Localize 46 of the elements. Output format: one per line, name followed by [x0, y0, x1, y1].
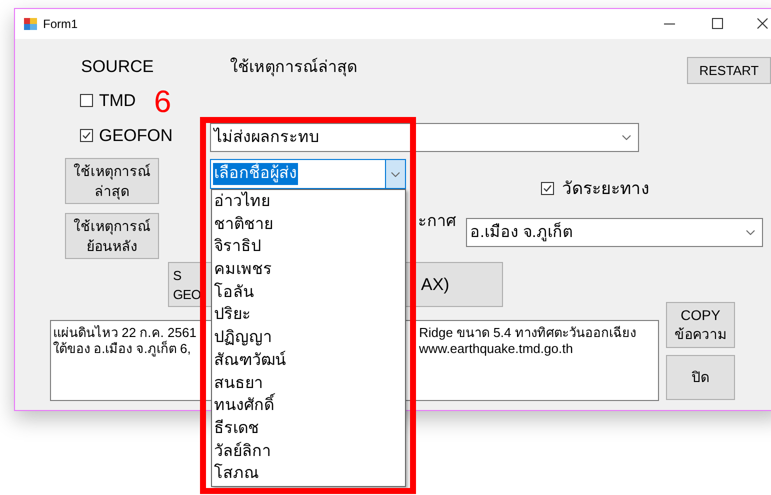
message-text: ใต้ของ อ.เมือง จ.ภูเก็ต 6,	[53, 341, 191, 357]
annotation-number: 6	[154, 86, 172, 117]
dropdown-option[interactable]: โสภณ	[212, 463, 405, 486]
checkbox-label: วัดระยะทาง	[562, 178, 649, 200]
dropdown-option[interactable]: ชาติชาย	[212, 214, 405, 236]
chevron-down-icon	[622, 135, 631, 140]
copy-button[interactable]: COPY ข้อความ	[666, 302, 735, 348]
distance-checkbox[interactable]: วัดระยะทาง	[541, 178, 649, 200]
dropdown-option[interactable]: จิราธิป	[212, 236, 405, 260]
dropdown-value: เลือกชื่อผู้ส่ง	[213, 163, 298, 185]
message-text: www.earthquake.tmd.go.th	[419, 341, 573, 357]
source-label: SOURCE	[81, 58, 154, 75]
sender-dropdown[interactable]: เลือกชื่อผู้ส่ง	[210, 159, 406, 189]
checkbox[interactable]: TMD	[80, 92, 136, 109]
location-dropdown[interactable]: อ.เมือง จ.ภูเก็ต	[466, 218, 763, 247]
message-text: Ridge ขนาด 5.4 ทางทิศตะวันออกเฉียง	[419, 325, 636, 341]
dropdown-value: อ.เมือง จ.ภูเก็ต	[470, 221, 572, 244]
close-icon[interactable]	[757, 18, 768, 29]
checkbox-icon[interactable]	[80, 129, 93, 142]
dropdown-option[interactable]: ทนงศักดิ์	[212, 395, 405, 418]
latest-event-label: ใช้เหตุการณ์ล่าสุด	[230, 58, 357, 78]
checkbox[interactable]: GEOFON	[80, 127, 173, 144]
location-label: ะกาศ	[418, 212, 456, 232]
message-text: แผ่นดินไหว 22 ก.ค. 2561	[53, 325, 196, 340]
close-button[interactable]: ปิด	[666, 355, 735, 400]
checkbox-icon[interactable]	[541, 182, 554, 196]
dropdown-option[interactable]: ปฏิญญา	[212, 327, 405, 350]
chevron-down-icon	[746, 230, 755, 235]
restart-button[interactable]: RESTART	[687, 57, 771, 84]
maximize-icon[interactable]	[712, 18, 723, 29]
checkbox-icon[interactable]	[80, 94, 93, 107]
checkbox-label: TMD	[99, 92, 136, 109]
dropdown-option[interactable]: ธีรเดช	[212, 418, 405, 441]
chevron-down-icon	[391, 172, 400, 176]
dropdown-option[interactable]: อ่าวไทย	[212, 191, 405, 214]
impact-dropdown[interactable]: ไม่ส่งผลกระทบ	[210, 123, 639, 152]
event-button[interactable]: ใช้เหตุการณ์ ล่าสุด	[65, 158, 159, 204]
dropdown-option[interactable]: ปริยะ	[212, 304, 405, 328]
window-title: Form1	[43, 16, 78, 33]
event-button[interactable]: ใช้เหตุการณ์ ย้อนหลัง	[65, 213, 159, 259]
minimize-icon[interactable]	[664, 23, 675, 25]
checkbox-label: GEOFON	[99, 127, 173, 144]
dropdown-value: ไม่ส่งผลกระทบ	[214, 126, 319, 148]
app-icon	[24, 18, 37, 30]
dropdown-option[interactable]: สัณฑวัฒน์	[212, 350, 405, 372]
dropdown-option[interactable]: วัลย์ลิกา	[212, 440, 405, 464]
